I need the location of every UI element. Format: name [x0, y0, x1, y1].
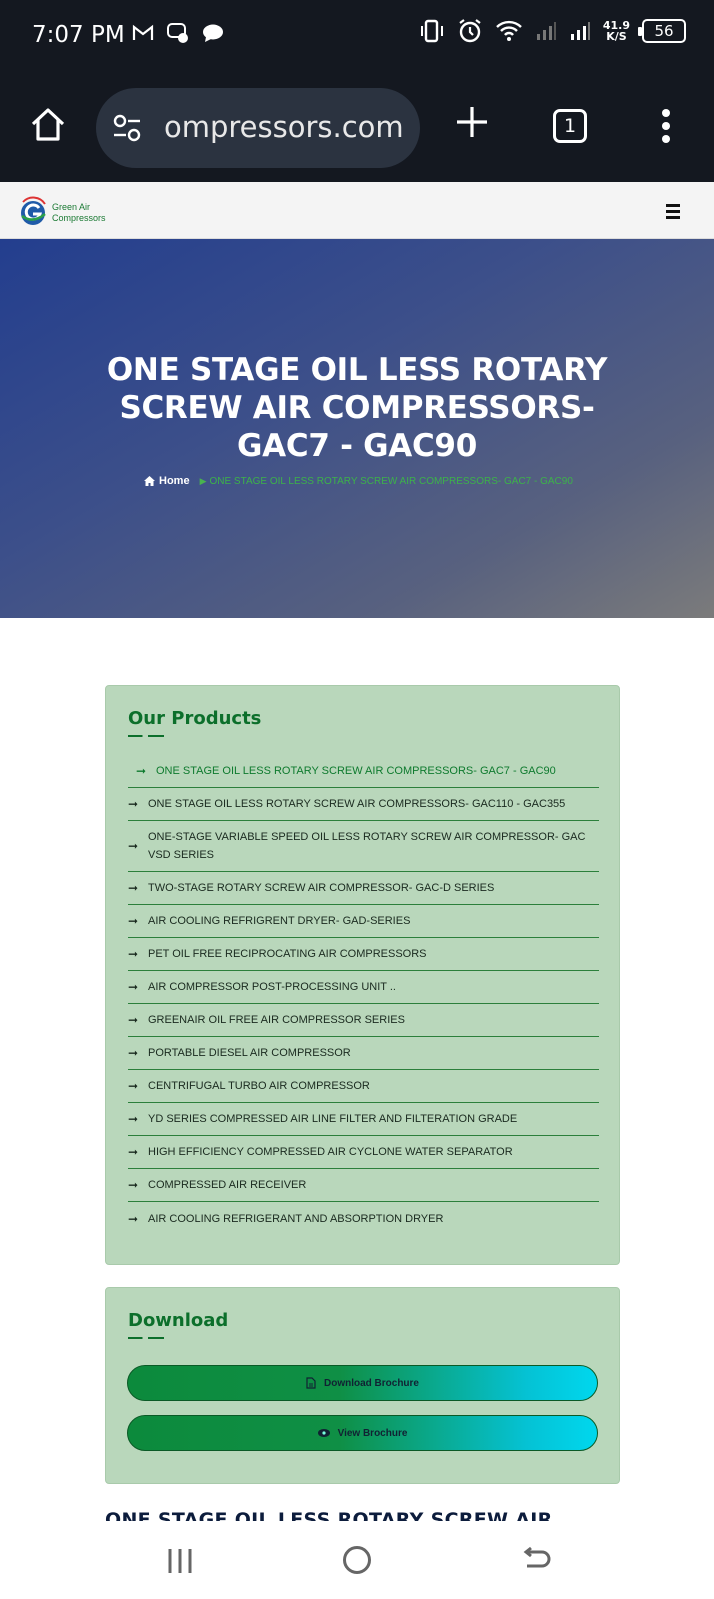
product-link[interactable]: ➞ COMPRESSED AIR RECEIVER	[128, 1169, 599, 1202]
file-icon	[306, 1377, 316, 1389]
home-nav-icon[interactable]	[343, 1546, 371, 1574]
arrow-right-icon: ➞	[128, 980, 139, 994]
product-link-label: COMPRESSED AIR RECEIVER	[148, 1179, 307, 1191]
product-link-label: ONE STAGE OIL LESS ROTARY SCREW AIR COMP…	[156, 765, 556, 777]
breadcrumb-home-label: Home	[159, 475, 190, 487]
house-icon	[144, 476, 155, 486]
product-link[interactable]: ➞ CENTRIFUGAL TURBO AIR COMPRESSOR	[128, 1070, 599, 1103]
arrow-right-icon: ➞	[128, 1079, 139, 1093]
product-link[interactable]: ➞ ONE-STAGE VARIABLE SPEED OIL LESS ROTAR…	[128, 821, 599, 872]
breadcrumb-separator-icon: ▶	[199, 475, 207, 486]
arrow-right-icon: ➞	[128, 1178, 139, 1192]
product-link[interactable]: ➞ AIR COOLING REFRIGRENT DRYER- GAD-SERIE…	[128, 905, 599, 938]
system-navigation-bar	[0, 1521, 714, 1599]
product-link-label: PET OIL FREE RECIPROCATING AIR COMPRESSO…	[148, 948, 427, 960]
download-brochure-label: Download Brochure	[323, 1377, 419, 1389]
product-link[interactable]: ➞ PET OIL FREE RECIPROCATING AIR COMPRESS…	[128, 938, 599, 971]
logo-line-1: Green Air	[52, 202, 91, 212]
alarm-icon	[459, 19, 481, 43]
tab-switcher-button[interactable]: 1	[553, 109, 587, 143]
section-heading: ONE STAGE OIL LESS ROTARY SCREW AIR	[105, 1509, 553, 1521]
signal-icon-2	[570, 22, 590, 40]
title-underline	[128, 735, 164, 737]
arrow-right-icon: ➞	[128, 914, 139, 928]
product-link[interactable]: ➞ AIR COMPRESSOR POST-PROCESSING UNIT ..	[128, 971, 599, 1004]
signal-icon	[536, 22, 556, 40]
product-link[interactable]: ➞ TWO-STAGE ROTARY SCREW AIR COMPRESSOR- …	[128, 872, 599, 905]
wifi-icon	[496, 20, 522, 41]
more-options-icon[interactable]	[660, 108, 672, 144]
status-bar: 7:07 PM 41.9 K/S 56	[0, 0, 714, 72]
breadcrumb-current: ONE STAGE OIL LESS ROTARY SCREW AIR COMP…	[209, 475, 573, 487]
status-notification-icons	[132, 22, 224, 44]
product-link-label: YD SERIES COMPRESSED AIR LINE FILTER AND…	[148, 1113, 518, 1125]
product-link-label: TWO-STAGE ROTARY SCREW AIR COMPRESSOR- G…	[148, 882, 495, 894]
messenger-icon	[167, 23, 188, 43]
site-header: Green Air Compressors	[0, 182, 714, 239]
download-brochure-button[interactable]: Download Brochure	[127, 1365, 598, 1401]
product-link[interactable]: ➞ GREENAIR OIL FREE AIR COMPRESSOR SERIES	[128, 1004, 599, 1037]
product-link-label: AIR COMPRESSOR POST-PROCESSING UNIT ..	[148, 981, 396, 993]
recent-apps-icon[interactable]	[167, 1547, 193, 1575]
product-link[interactable]: ➞ PORTABLE DIESEL AIR COMPRESSOR	[128, 1037, 599, 1070]
breadcrumb: Home ▶ ONE STAGE OIL LESS ROTARY SCREW A…	[144, 475, 664, 487]
arrow-right-icon: ➞	[136, 764, 147, 778]
status-time: 7:07 PM	[32, 22, 125, 48]
product-link-label: AIR COOLING REFRIGERANT AND ABSORPTION D…	[148, 1212, 444, 1225]
arrow-right-icon: ➞	[128, 1112, 139, 1126]
battery-indicator: 56	[638, 19, 686, 43]
product-link-label: HIGH EFFICIENCY COMPRESSED AIR CYCLONE W…	[148, 1146, 513, 1158]
product-link[interactable]: ➞ ONE STAGE OIL LESS ROTARY SCREW AIR COM…	[128, 788, 599, 821]
product-link[interactable]: ➞ HIGH EFFICIENCY COMPRESSED AIR CYCLONE …	[128, 1136, 599, 1169]
download-title: Download	[128, 1310, 229, 1331]
arrow-right-icon: ➞	[128, 881, 139, 895]
hamburger-menu-icon[interactable]	[666, 204, 680, 222]
vibrate-icon	[420, 19, 443, 43]
product-link[interactable]: ➞ AIR COOLING REFRIGERANT AND ABSORPTION …	[128, 1202, 599, 1235]
page-title: ONE STAGE OIL LESS ROTARY SCREW AIR COMP…	[106, 352, 608, 464]
gmail-icon	[132, 24, 154, 40]
our-products-title: Our Products	[128, 708, 262, 729]
product-link-label: ONE STAGE OIL LESS ROTARY SCREW AIR COMP…	[148, 798, 566, 810]
arrow-right-icon: ➞	[128, 947, 139, 961]
download-widget: Download Download Brochure View Brochure	[105, 1287, 620, 1484]
logo-line-2: Compressors	[52, 213, 106, 223]
product-link-label: ONE-STAGE VARIABLE SPEED OIL LESS ROTARY…	[148, 831, 586, 861]
new-tab-icon[interactable]	[455, 105, 489, 139]
site-settings-icon[interactable]	[112, 114, 142, 142]
product-link-label: CENTRIFUGAL TURBO AIR COMPRESSOR	[148, 1080, 370, 1092]
view-brochure-label: View Brochure	[337, 1427, 408, 1439]
product-link[interactable]: ➞ ONE STAGE OIL LESS ROTARY SCREW AIR COM…	[128, 755, 599, 788]
breadcrumb-home-link[interactable]: Home	[144, 475, 190, 487]
page-hero-banner: ONE STAGE OIL LESS ROTARY SCREW AIR COMP…	[0, 239, 714, 618]
product-link-label: PORTABLE DIESEL AIR COMPRESSOR	[148, 1047, 351, 1059]
network-speed: 41.9 K/S	[603, 20, 630, 42]
product-link-label: GREENAIR OIL FREE AIR COMPRESSOR SERIES	[148, 1014, 405, 1026]
arrow-right-icon: ➞	[128, 1013, 139, 1027]
speed-unit: K/S	[606, 30, 627, 43]
back-icon[interactable]	[521, 1546, 551, 1574]
arrow-right-icon: ➞	[128, 1046, 139, 1060]
company-logo-icon[interactable]	[17, 194, 49, 226]
home-icon[interactable]	[28, 105, 68, 145]
address-bar[interactable]: ompressors.com	[96, 88, 420, 168]
url-text[interactable]: ompressors.com	[164, 110, 404, 144]
view-brochure-button[interactable]: View Brochure	[127, 1415, 598, 1451]
arrow-right-icon: ➞	[128, 1211, 139, 1226]
product-list: ➞ ONE STAGE OIL LESS ROTARY SCREW AIR COM…	[128, 755, 599, 1235]
eye-icon	[317, 1429, 330, 1437]
chat-bubble-icon	[203, 24, 223, 42]
status-system-icons: 41.9 K/S 56	[419, 18, 686, 44]
browser-toolbar: ompressors.com 1	[0, 72, 714, 182]
arrow-right-icon: ➞	[128, 1145, 139, 1159]
our-products-widget: Our Products ➞ ONE STAGE OIL LESS ROTARY …	[105, 685, 620, 1265]
arrow-right-icon: ➞	[128, 797, 139, 811]
company-logo-text[interactable]: Green Air Compressors	[52, 202, 106, 224]
product-link-label: AIR COOLING REFRIGRENT DRYER- GAD-SERIES	[148, 915, 411, 927]
title-underline	[128, 1337, 164, 1339]
product-link[interactable]: ➞ YD SERIES COMPRESSED AIR LINE FILTER AN…	[128, 1103, 599, 1136]
arrow-right-icon: ➞	[128, 839, 139, 853]
